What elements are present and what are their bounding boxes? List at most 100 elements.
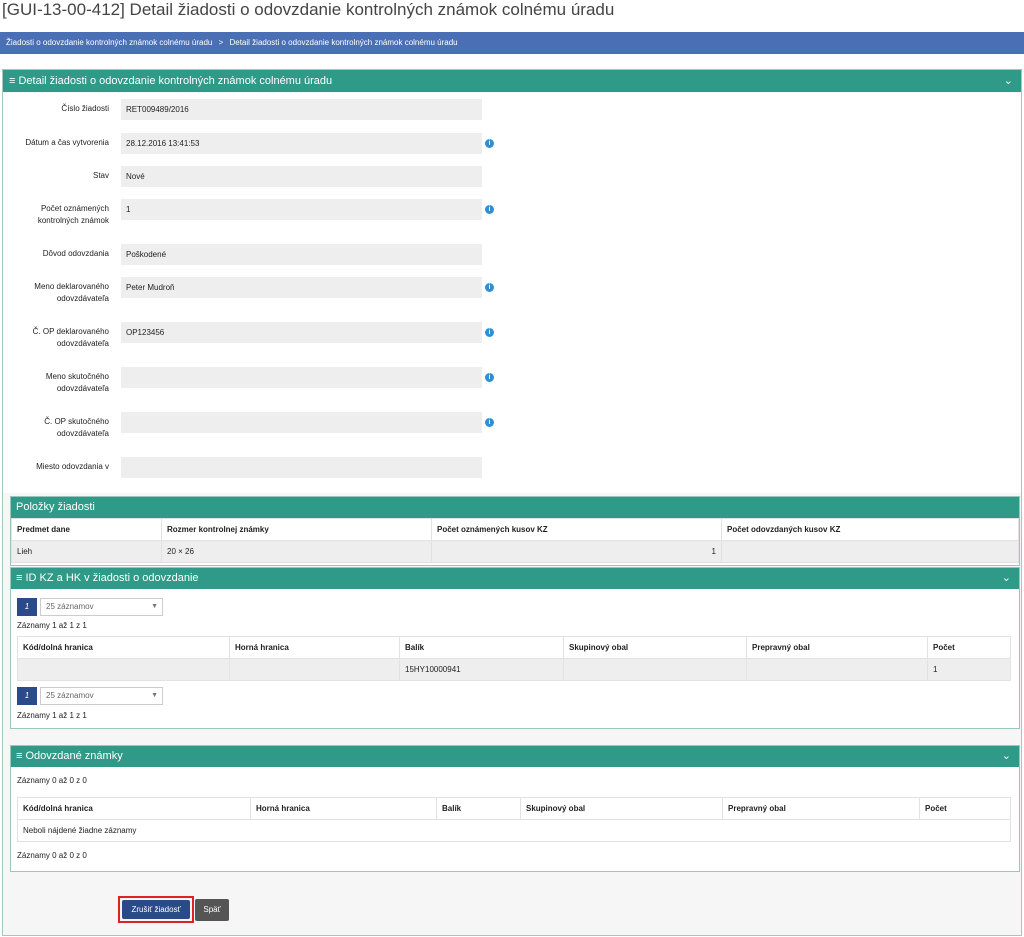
- pocet-label: Počet oznámených kontrolných známok: [9, 203, 109, 227]
- column-header[interactable]: Počet: [919, 797, 1011, 820]
- op-dekl-label-line2: odovzdávateľa: [56, 339, 109, 348]
- chevron-down-icon[interactable]: ⌄: [1002, 568, 1011, 589]
- caret-down-icon: ▼: [151, 603, 158, 610]
- page-title: [GUI-13-00-412] Detail žiadosti o odovzd…: [2, 0, 615, 19]
- column-header[interactable]: Horná hranica: [250, 797, 437, 820]
- table-cell: [229, 658, 400, 681]
- meno-skut-label: Meno skutočného odovzdávateľa: [9, 371, 109, 395]
- info-icon[interactable]: i: [485, 205, 494, 214]
- table-cell: [563, 658, 747, 681]
- meno-skut-field[interactable]: [121, 367, 482, 388]
- pocet-label-line2: kontrolných známok: [37, 216, 109, 225]
- id-kz-title: ≡ ID KZ a HK v žiadosti o odovzdanie: [16, 572, 199, 584]
- dovod-field: Poškodené: [121, 244, 482, 265]
- table-cell: [17, 658, 230, 681]
- datum-field: 28.12.2016 13:41:53: [121, 133, 482, 154]
- table-row: Lieh 20 × 26 1: [11, 540, 1019, 563]
- table-row[interactable]: 15HY10000941 1: [17, 658, 1011, 681]
- column-header[interactable]: Prepravný obal: [746, 636, 928, 659]
- page-size-value: 25 záznamov: [46, 691, 94, 700]
- request-form: Číslo žiadosti RET009489/2016 Dátum a ča…: [3, 93, 1021, 493]
- cislo-label: Číslo žiadosti: [61, 104, 109, 113]
- meno-skut-label-line2: odovzdávateľa: [56, 384, 109, 393]
- page-button[interactable]: 1: [17, 687, 37, 705]
- op-dekl-field: OP123456: [121, 322, 482, 343]
- breadcrumb-link-list[interactable]: Žiadosti o odovzdanie kontrolných známok…: [6, 38, 212, 47]
- id-kz-panel-header[interactable]: ≡ ID KZ a HK v žiadosti o odovzdanie ⌄: [11, 568, 1019, 589]
- odovzdane-title: ≡ Odovzdané známky: [16, 750, 123, 762]
- stav-field: Nové: [121, 166, 482, 187]
- breadcrumb-current: Detail žiadosti o odovzdanie kontrolných…: [229, 38, 458, 47]
- chevron-down-icon[interactable]: ⌄: [1002, 746, 1011, 767]
- empty-row: Neboli nájdené žiadne záznamy: [17, 819, 1011, 842]
- column-header[interactable]: Skupinový obal: [563, 636, 747, 659]
- op-dekl-label: Č. OP deklarovaného odovzdávateľa: [9, 326, 109, 350]
- info-icon[interactable]: i: [485, 418, 494, 427]
- breadcrumb: Žiadosti o odovzdanie kontrolných známok…: [0, 32, 1024, 54]
- odovzdane-table: Kód/dolná hranica Horná hranica Balík Sk…: [17, 797, 1011, 842]
- column-header: Rozmer kontrolnej známky: [161, 518, 432, 541]
- info-icon[interactable]: i: [485, 283, 494, 292]
- table-cell: Lieh: [11, 540, 162, 563]
- column-header: Predmet dane: [11, 518, 162, 541]
- op-skut-label-line1: Č. OP skutočného: [44, 417, 109, 426]
- chevron-down-icon[interactable]: ⌄: [1004, 70, 1013, 92]
- column-header[interactable]: Počet: [927, 636, 1011, 659]
- column-header[interactable]: Kód/dolná hranica: [17, 636, 230, 659]
- info-icon[interactable]: i: [485, 373, 494, 382]
- records-count: Záznamy 1 až 1 z 1: [17, 711, 87, 720]
- column-header[interactable]: Balík: [436, 797, 521, 820]
- column-header[interactable]: Horná hranica: [229, 636, 400, 659]
- page-size-value: 25 záznamov: [46, 602, 94, 611]
- table-cell: 20 × 26: [161, 540, 432, 563]
- table-cell: 15HY10000941: [399, 658, 564, 681]
- column-header[interactable]: Skupinový obal: [520, 797, 723, 820]
- table-cell: 1: [431, 540, 722, 563]
- stav-label: Stav: [92, 171, 109, 180]
- odovzdane-table-wrap: Kód/dolná hranica Horná hranica Balík Sk…: [17, 797, 1011, 842]
- op-skut-label: Č. OP skutočného odovzdávateľa: [9, 416, 109, 440]
- cislo-field: RET009489/2016: [121, 99, 482, 120]
- odovzdane-panel: ≡ Odovzdané známky ⌄ Záznamy 0 až 0 z 0 …: [10, 745, 1020, 872]
- table-cell: [746, 658, 928, 681]
- datum-label: Dátum a čas vytvorenia: [25, 138, 109, 147]
- column-header[interactable]: Balík: [399, 636, 564, 659]
- info-icon[interactable]: i: [485, 328, 494, 337]
- meno-dekl-field: Peter Mudroň: [121, 277, 482, 298]
- caret-down-icon: ▼: [151, 692, 158, 699]
- meno-dekl-label: Meno deklarovaného odovzdávateľa: [9, 281, 109, 305]
- id-kz-panel: ≡ ID KZ a HK v žiadosti o odovzdanie ⌄ 1…: [10, 567, 1020, 729]
- info-icon[interactable]: i: [485, 139, 494, 148]
- polozky-panel: Položky žiadosti Predmet dane Rozmer kon…: [10, 496, 1020, 566]
- odovzdane-panel-header[interactable]: ≡ Odovzdané známky ⌄: [11, 746, 1019, 767]
- id-kz-table-wrap: Kód/dolná hranica Horná hranica Balík Sk…: [17, 636, 1011, 681]
- breadcrumb-separator: >: [218, 38, 224, 47]
- back-button[interactable]: Späť: [195, 899, 229, 921]
- polozky-table: Predmet dane Rozmer kontrolnej známky Po…: [11, 518, 1019, 563]
- column-header[interactable]: Prepravný obal: [722, 797, 920, 820]
- op-skut-field[interactable]: [121, 412, 482, 433]
- meno-skut-label-line1: Meno skutočného: [45, 372, 109, 381]
- column-header: Počet odovzdaných kusov KZ: [721, 518, 1019, 541]
- detail-panel-header[interactable]: ≡ Detail žiadosti o odovzdanie kontrolný…: [3, 70, 1021, 92]
- page-size-select[interactable]: 25 záznamov ▼: [40, 687, 163, 705]
- table-cell: 1: [927, 658, 1011, 681]
- page-button[interactable]: 1: [17, 598, 37, 616]
- meno-dekl-label-line2: odovzdávateľa: [56, 294, 109, 303]
- detail-panel-title: ≡ Detail žiadosti o odovzdanie kontrolný…: [9, 75, 333, 87]
- op-dekl-label-line1: Č. OP deklarovaného: [32, 327, 109, 336]
- table-header-row: Predmet dane Rozmer kontrolnej známky Po…: [11, 518, 1019, 541]
- id-kz-table: Kód/dolná hranica Horná hranica Balík Sk…: [17, 636, 1011, 681]
- table-cell: [721, 540, 1019, 563]
- records-count: Záznamy 1 až 1 z 1: [17, 621, 87, 630]
- records-count: Záznamy 0 až 0 z 0: [17, 851, 87, 860]
- column-header[interactable]: Kód/dolná hranica: [17, 797, 251, 820]
- meno-dekl-label-line1: Meno deklarovaného: [34, 282, 109, 291]
- cancel-request-label: Zrušiť žiadosť: [122, 900, 190, 919]
- miesto-field[interactable]: [121, 457, 482, 478]
- detail-panel: ≡ Detail žiadosti o odovzdanie kontrolný…: [2, 69, 1022, 936]
- cancel-request-button[interactable]: Zrušiť žiadosť: [118, 896, 194, 923]
- page-size-select[interactable]: 25 záznamov ▼: [40, 598, 163, 616]
- op-skut-label-line2: odovzdávateľa: [56, 429, 109, 438]
- polozky-title: Položky žiadosti: [11, 497, 1019, 518]
